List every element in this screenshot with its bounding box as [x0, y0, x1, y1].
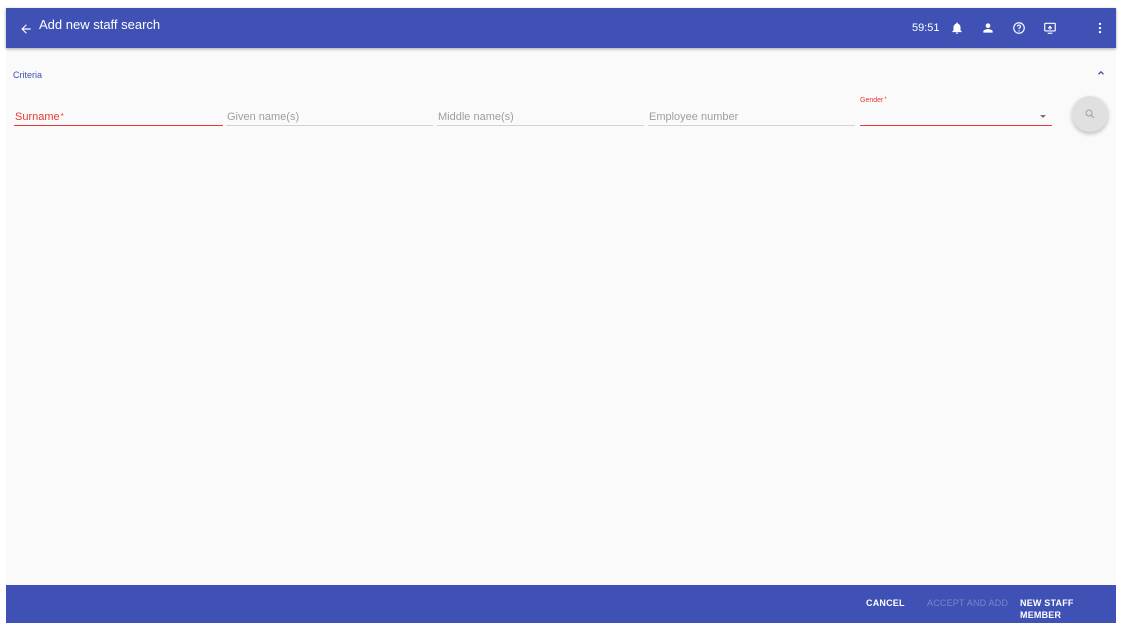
gender-label: Gender*	[860, 97, 887, 104]
chevron-up-icon	[1098, 70, 1104, 75]
employee-number-field[interactable]: Employee number	[648, 98, 855, 126]
arrow-back-icon	[21, 24, 31, 34]
middle-names-label: Middle name(s)	[438, 111, 514, 123]
screen-share-button[interactable]	[1040, 18, 1060, 38]
dropdown-arrow-icon	[1040, 115, 1046, 118]
employee-number-label: Employee number	[649, 111, 739, 123]
person-icon	[983, 23, 993, 33]
app-window: Add new staff search 59:51 Criteria Surn…	[6, 8, 1116, 623]
middle-names-field[interactable]: Middle name(s)	[437, 98, 644, 126]
help-button[interactable]	[1009, 18, 1029, 38]
back-button[interactable]	[14, 17, 38, 41]
given-names-field[interactable]: Given name(s)	[226, 98, 433, 126]
surname-label: Surname*	[15, 111, 64, 123]
bell-icon	[952, 22, 962, 34]
screen-share-icon	[1044, 22, 1056, 34]
search-button[interactable]	[1072, 96, 1108, 132]
page-title: Add new staff search	[39, 17, 161, 32]
more-vert-icon	[1098, 22, 1102, 34]
top-app-bar: Add new staff search 59:51	[6, 8, 1116, 48]
more-menu-button[interactable]	[1090, 18, 1110, 38]
account-button[interactable]	[978, 18, 998, 38]
criteria-section-label: Criteria	[13, 70, 43, 80]
cancel-button[interactable]: CANCEL	[866, 597, 905, 609]
action-footer: CANCEL ACCEPT AND ADD NEW STAFF MEMBER	[6, 585, 1116, 623]
help-icon	[1013, 22, 1025, 34]
accept-and-add-button[interactable]: ACCEPT AND ADD	[927, 597, 1008, 609]
surname-field[interactable]: Surname*	[14, 98, 223, 126]
gender-select[interactable]	[860, 106, 1052, 126]
notifications-button[interactable]	[947, 18, 967, 38]
collapse-criteria-button[interactable]	[1093, 65, 1109, 81]
session-timer: 59:51	[912, 22, 940, 34]
given-names-label: Given name(s)	[227, 111, 300, 123]
search-icon	[1085, 109, 1095, 119]
new-staff-member-button[interactable]: NEW STAFF MEMBER	[1020, 597, 1116, 621]
